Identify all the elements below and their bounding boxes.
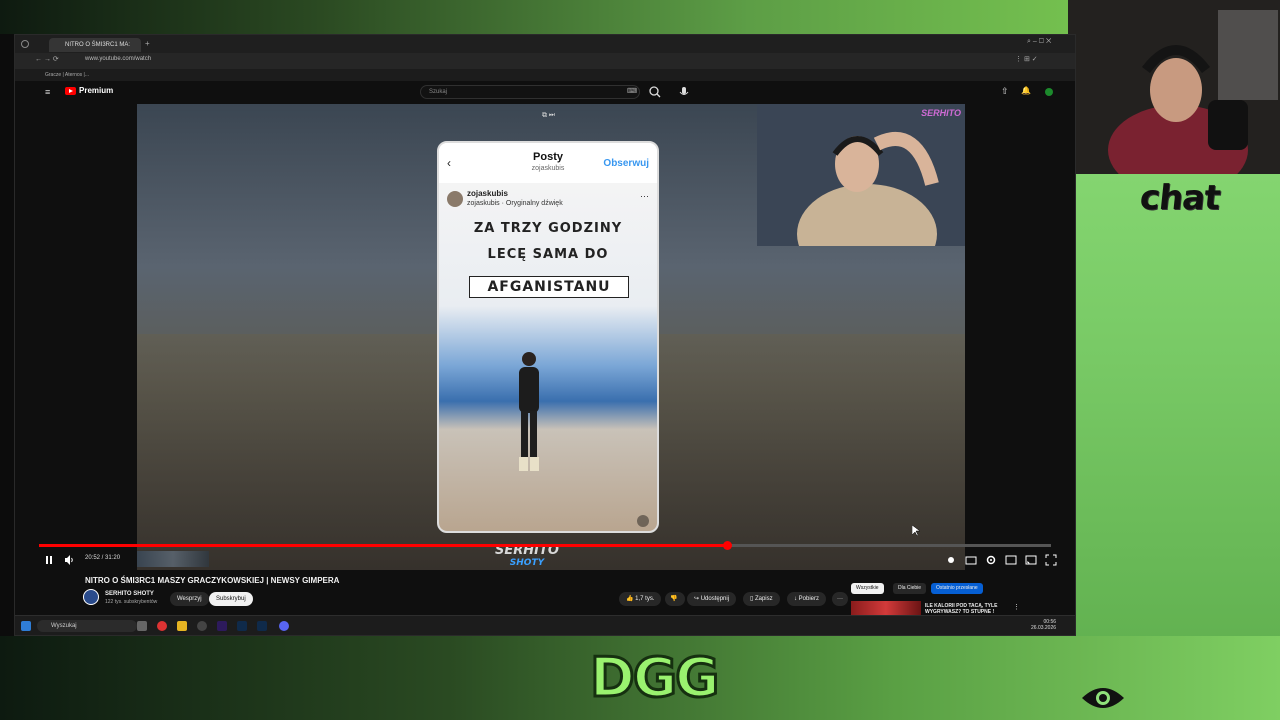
walking-woman-figure — [519, 352, 539, 471]
pause-icon[interactable] — [43, 553, 55, 565]
progress-bar[interactable] — [39, 541, 1051, 550]
more-icon: ··· — [640, 191, 649, 201]
chip-recently-uploaded[interactable]: Ostatnio przesłane — [931, 583, 983, 594]
second-streamer-cam: SERHITO — [757, 104, 965, 284]
reel-content: zojaskubis zojaskubis · Oryginalny dźwię… — [439, 183, 657, 531]
tab-title: NITRO O ŚMI3RC1 MA: — [65, 42, 131, 48]
recommendation-thumbnail[interactable] — [851, 601, 921, 615]
youtube-header: ≡ Premium Szukaj ⌨ ⇧ 🔔 — [15, 81, 1075, 103]
browser-toolbar-icons[interactable]: ⋮ ⊞ ✓ — [1015, 55, 1038, 63]
photoshop-icon[interactable] — [237, 621, 247, 631]
share-icon: ↪ — [694, 596, 701, 602]
keyboard-icon[interactable]: ⌨ — [627, 87, 637, 95]
like-count: 1,7 tys. — [635, 596, 655, 602]
address-bar[interactable]: ← → ⟳ www.youtube.com/watch ⋮ ⊞ ✓ — [15, 53, 1075, 69]
save-button[interactable]: ▯ Zapisz — [743, 592, 780, 606]
share-label: Udostępnij — [700, 596, 730, 602]
mouse-cursor-icon — [911, 524, 921, 537]
reel-caption-line3: AFGANISTANU — [469, 276, 629, 298]
miniplayer-icon[interactable] — [1005, 553, 1017, 565]
opera-icon[interactable] — [157, 621, 167, 631]
chip-for-you[interactable]: Dla Ciebie — [893, 583, 927, 594]
windows-taskbar: Wyszukaj 00:56 26.03.2026 — [15, 615, 1075, 635]
bookmark-item[interactable]: Gracze | Aternos |... — [45, 72, 89, 78]
reel-header: ‹ Posty zojaskubis Obserwuj — [439, 143, 657, 183]
search-icon[interactable] — [647, 85, 663, 99]
instagram-phone-frame: ‹ Posty zojaskubis Obserwuj zojaskubis z… — [437, 141, 659, 533]
task-view-icon[interactable] — [137, 621, 147, 631]
recommendation-title[interactable]: ILE KALORII POD TACĄ, TYLE WYGRYWASZ? TO… — [925, 603, 1005, 615]
clock-date: 26.03.2026 — [1031, 625, 1057, 631]
browser-window: NITRO O ŚMI3RC1 MA: + ⌕ – ▢ ✕ ← → ⟳ www.… — [14, 34, 1076, 636]
upload-icon[interactable]: ⇧ — [1001, 86, 1009, 97]
tab-bar: NITRO O ŚMI3RC1 MA: + ⌕ – ▢ ✕ — [15, 35, 1075, 53]
time-display: 20:52 / 31:20 — [85, 555, 121, 561]
discord-icon[interactable] — [279, 621, 289, 631]
subtitles-icon[interactable] — [965, 553, 977, 565]
dislike-button[interactable]: 👎 — [665, 592, 685, 606]
taskbar-search[interactable]: Wyszukaj — [37, 620, 137, 632]
browser-menu-icon[interactable] — [21, 40, 29, 48]
youtube-logo-text: Premium — [79, 86, 114, 95]
volume-icon[interactable] — [63, 553, 75, 565]
dgg-logo: DGG — [588, 645, 721, 711]
chip-all[interactable]: Wszystkie — [851, 583, 884, 594]
nav-arrows-icon[interactable]: ← → ⟳ — [35, 55, 59, 63]
window-controls[interactable]: ⌕ – ▢ ✕ — [1027, 38, 1051, 46]
download-label: Pobierz — [798, 596, 820, 602]
search-input[interactable]: Szukaj — [420, 85, 640, 99]
download-button[interactable]: ↓ Pobierz — [787, 592, 827, 606]
mute-icon — [637, 515, 649, 527]
tab-active[interactable]: NITRO O ŚMI3RC1 MA: — [49, 38, 141, 52]
channel-name[interactable]: SERHITO SHOTY — [105, 591, 154, 597]
premiere-icon[interactable] — [217, 621, 227, 631]
share-button[interactable]: ↪ Udostępnij — [687, 592, 737, 606]
subscribe-button[interactable]: Subskrybuj — [209, 592, 253, 606]
autoplay-icon[interactable] — [945, 553, 957, 565]
chat-label: chat — [1137, 178, 1222, 218]
folder-icon[interactable] — [177, 621, 187, 631]
recommendation-menu-icon[interactable]: ⋮ — [1013, 603, 1020, 611]
more-actions-icon[interactable]: ··· — [832, 592, 848, 606]
support-button[interactable]: Wesprzyj — [170, 592, 209, 606]
pip-icon[interactable]: ⧉ ⏭ — [542, 112, 555, 120]
thumbs-up-icon: 👍 — [626, 596, 636, 602]
reel-caption-line2: LECĘ SAMA DO — [487, 247, 609, 262]
streamer-webcam — [1068, 0, 1280, 174]
bookmarks-bar: Gracze | Aternos |... — [15, 69, 1075, 81]
thumbs-down-icon: 👎 — [670, 596, 678, 602]
reel-avatar — [447, 191, 463, 207]
reel-caption-line1: ZA TRZY GODZINY — [473, 221, 623, 236]
cast-icon[interactable] — [1025, 553, 1037, 565]
save-label: Zapisz — [754, 596, 773, 602]
like-button[interactable]: 👍 1,7 tys. — [619, 592, 662, 606]
taskbar-clock: 00:56 26.03.2026 — [1031, 619, 1056, 631]
video-title: NITRO O ŚMI3RC1 MASZY GRACZYKOWSKIEJ | N… — [85, 576, 340, 585]
channel-subscribers: 122 tys. subskrybentów — [105, 599, 158, 605]
chapter-thumbnail — [137, 551, 209, 567]
hamburger-icon[interactable]: ≡ — [45, 87, 50, 97]
url-text[interactable]: www.youtube.com/watch — [85, 56, 151, 62]
mic-icon[interactable] — [677, 85, 691, 99]
account-avatar[interactable] — [1045, 88, 1053, 96]
reel-audio: zojaskubis · Oryginalny dźwięk — [467, 200, 563, 207]
player-controls: 20:52 / 31:20 — [39, 549, 1057, 569]
follow-button: Obserwuj — [603, 158, 649, 169]
bell-icon[interactable]: 🔔 — [1021, 86, 1031, 95]
taskbar-search-label: Wyszukaj — [51, 623, 77, 629]
cam-badge: SERHITO — [921, 108, 961, 118]
settings-icon[interactable] — [985, 553, 997, 565]
lightroom-icon[interactable] — [257, 621, 267, 631]
windows-start-icon[interactable] — [21, 621, 31, 631]
obs-icon[interactable] — [197, 621, 207, 631]
overlay-top-strip — [0, 0, 1070, 34]
progress-fill — [39, 544, 728, 547]
youtube-play-icon — [65, 86, 76, 95]
channel-avatar[interactable] — [83, 589, 99, 605]
reel-username: zojaskubis — [467, 189, 508, 198]
youtube-logo[interactable]: Premium — [65, 86, 113, 95]
fullscreen-icon[interactable] — [1045, 553, 1057, 566]
eye-icon — [1082, 688, 1124, 708]
new-tab-icon[interactable]: + — [145, 39, 150, 48]
